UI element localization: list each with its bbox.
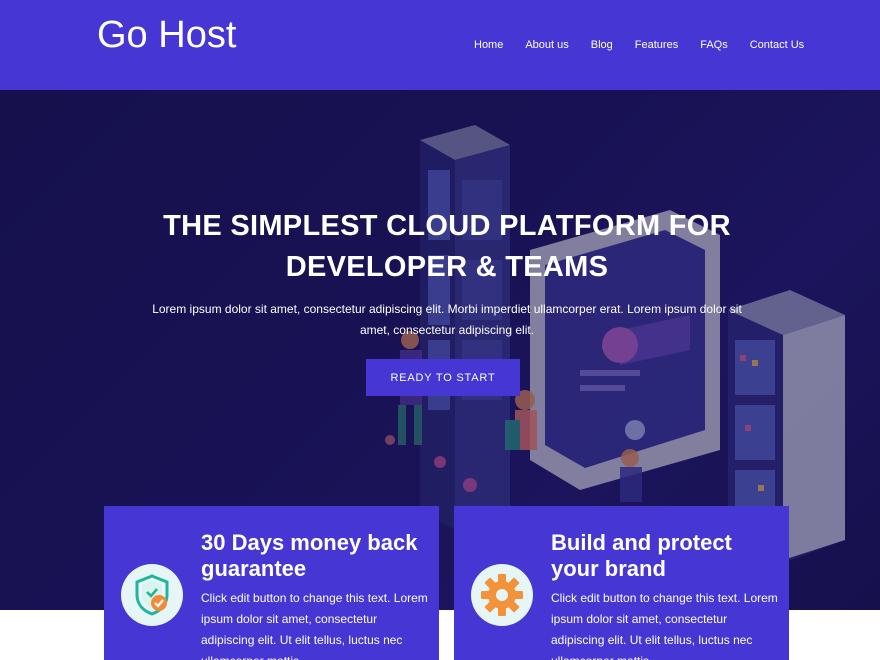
nav-features[interactable]: Features	[635, 39, 678, 51]
nav-contact-us[interactable]: Contact Us	[750, 39, 804, 51]
nav-faqs[interactable]: FAQs	[700, 39, 728, 51]
site-logo[interactable]: Go Host	[97, 14, 236, 57]
card-text: Click edit button to change this text. L…	[551, 591, 778, 660]
feature-card-brand: Build and protect your brand Click edit …	[454, 506, 789, 660]
ready-to-start-button[interactable]: READY TO START	[366, 359, 520, 396]
feature-card-guarantee: 30 Days money back guarantee Click edit …	[104, 506, 439, 660]
nav-home[interactable]: Home	[474, 39, 503, 51]
main-nav: Home About us Blog Features FAQs Contact…	[474, 39, 826, 51]
shield-check-icon	[121, 564, 183, 626]
hero-description: Lorem ipsum dolor sit amet, consectetur …	[152, 302, 742, 337]
gear-icon	[471, 564, 533, 626]
card-text: Click edit button to change this text. L…	[201, 591, 428, 660]
hero-title: THE SIMPLEST CLOUD PLATFORM FOR DEVELOPE…	[163, 210, 731, 283]
card-title: Build and protect your brand	[551, 530, 732, 581]
nav-blog[interactable]: Blog	[591, 39, 613, 51]
nav-about-us[interactable]: About us	[525, 39, 568, 51]
site-header: Go Host Home About us Blog Features FAQs…	[0, 0, 880, 90]
card-title: 30 Days money back guarantee	[201, 530, 418, 581]
